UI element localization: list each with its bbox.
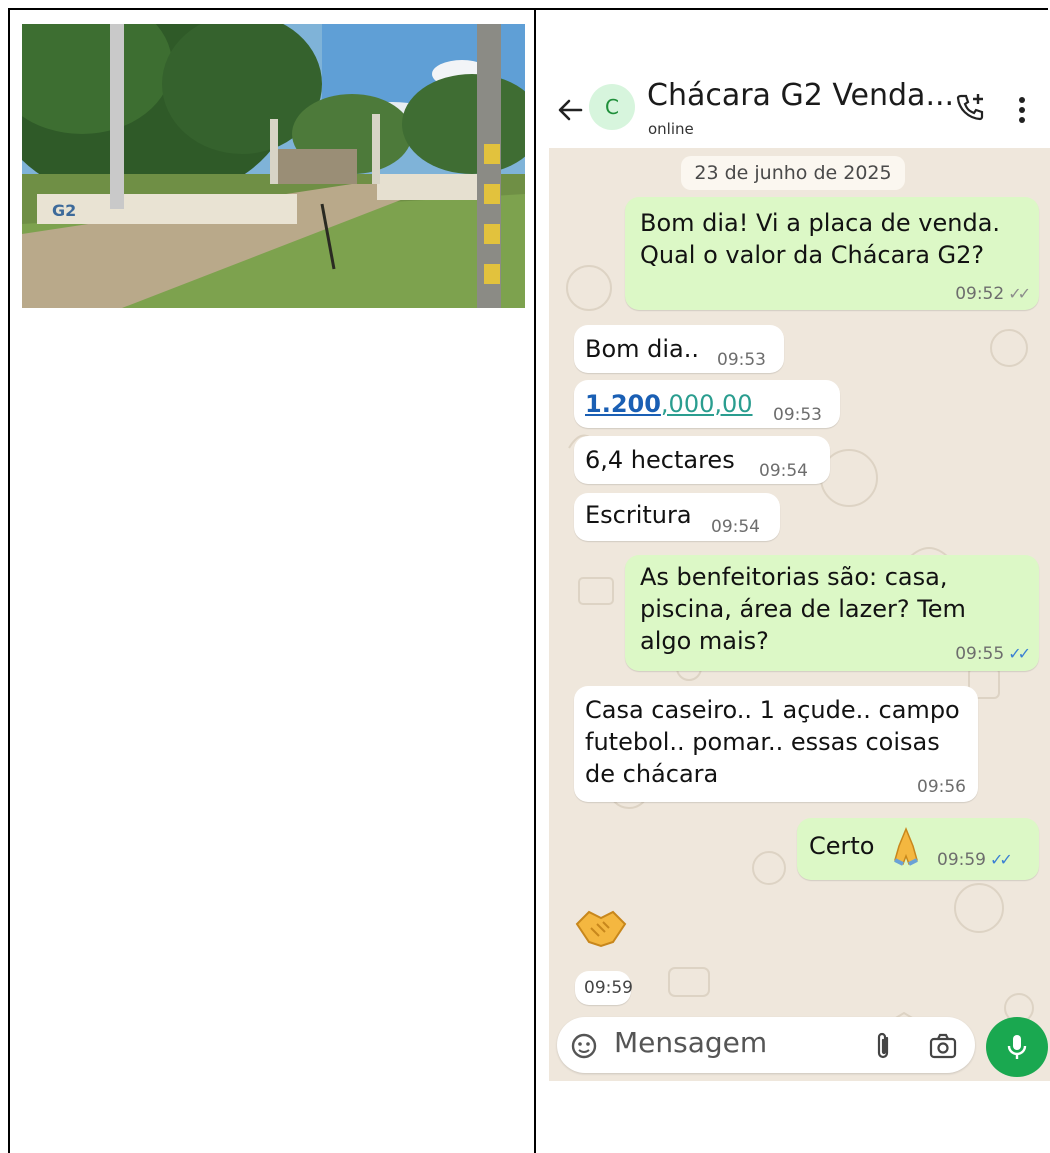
message-time: 09:59 (584, 978, 633, 998)
property-photo: G2 (22, 24, 525, 308)
read-ticks-icon: ✓✓ (1008, 644, 1031, 663)
message-text: As benfeitorias são: casa, piscina, área… (640, 563, 966, 655)
message-bubble-incoming[interactable]: Casa caseiro.. 1 açude.. campo futebol..… (574, 686, 978, 802)
message-text: Certo (809, 832, 875, 860)
camera-icon[interactable] (929, 1033, 957, 1063)
message-bubble-incoming[interactable]: 1.200,000,00 09:53 (574, 380, 840, 428)
more-vert-icon[interactable] (1017, 96, 1027, 128)
message-time: 09:52 ✓✓ (955, 284, 1031, 304)
message-bubble-incoming[interactable]: Bom dia.. 09:53 (574, 325, 784, 373)
message-bubble-outgoing[interactable]: Bom dia! Vi a placa de venda. Qual o val… (625, 197, 1039, 310)
message-time: 09:55 ✓✓ (955, 644, 1031, 664)
message-time: 09:53 (717, 350, 766, 370)
back-arrow-icon[interactable] (557, 96, 583, 129)
microphone-button[interactable] (986, 1017, 1048, 1077)
message-bubble-outgoing[interactable]: Certo 09:59 ✓✓ (797, 818, 1039, 880)
folded-hands-emoji-icon (889, 826, 923, 870)
message-time: 09:56 (917, 777, 966, 797)
date-chip: 23 de junho de 2025 (681, 156, 905, 190)
sticker-icon[interactable] (569, 1031, 599, 1065)
microphone-icon (1007, 1035, 1027, 1059)
chat-header: C Chácara G2 Venda... online (549, 24, 1050, 148)
message-text: 6,4 hectares (585, 446, 735, 474)
message-text: Bom dia! Vi a placa de venda. Qual o val… (640, 209, 1001, 269)
chat-area[interactable]: 23 de junho de 2025 Bom dia! Vi a placa … (549, 148, 1050, 1081)
message-time: 09:59 ✓✓ (937, 850, 1013, 870)
table-column-divider (534, 8, 536, 1153)
message-text: Casa caseiro.. 1 açude.. campo futebol..… (585, 696, 960, 788)
message-bubble-incoming[interactable]: 6,4 hectares 09:54 (574, 436, 830, 484)
message-time: 09:53 (773, 405, 822, 425)
whatsapp-chat-screenshot: C Chácara G2 Venda... online 23 de junho… (549, 24, 1050, 1081)
message-input-field[interactable]: Mensagem (614, 1026, 767, 1059)
svg-text:G2: G2 (52, 201, 76, 220)
message-time: 09:54 (711, 517, 760, 537)
contact-status: online (648, 120, 694, 138)
paperclip-icon[interactable] (873, 1031, 893, 1065)
contact-name[interactable]: Chácara G2 Venda... (647, 78, 954, 113)
message-emoji-incoming[interactable]: 09:59 (571, 900, 651, 1010)
message-text: Bom dia.. (585, 335, 700, 363)
read-ticks-icon: ✓✓ (1008, 284, 1031, 303)
message-input-bar[interactable]: Mensagem (557, 1017, 975, 1073)
handshake-emoji-icon (573, 902, 629, 956)
contact-avatar[interactable]: C (589, 84, 635, 130)
message-text: Escritura (585, 501, 692, 529)
message-time: 09:54 (759, 461, 808, 481)
message-bubble-incoming[interactable]: Escritura 09:54 (574, 493, 780, 541)
add-call-icon[interactable] (953, 90, 987, 128)
message-time-chip: 09:59 (575, 971, 633, 1005)
message-bubble-outgoing[interactable]: As benfeitorias são: casa, piscina, área… (625, 555, 1039, 671)
read-ticks-icon: ✓✓ (990, 850, 1013, 869)
message-price-link[interactable]: 1.200,000,00 (585, 388, 753, 420)
